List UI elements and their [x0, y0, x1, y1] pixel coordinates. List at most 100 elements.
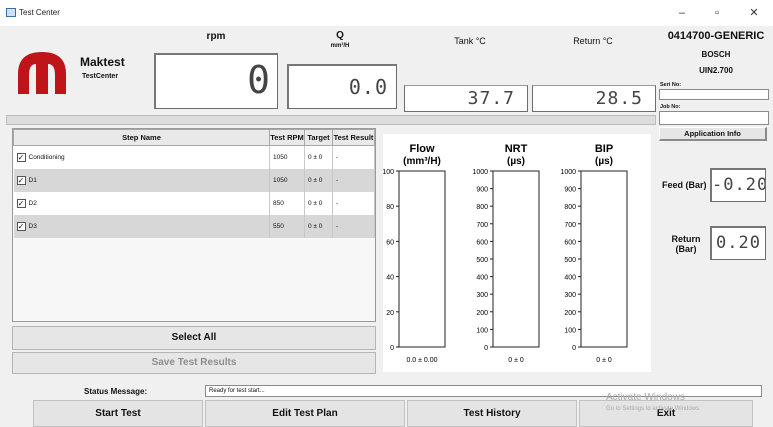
flow-tick-label: 100: [383, 169, 394, 176]
step-name: D1: [28, 176, 37, 184]
nrt-chart-title: NRT: [505, 143, 528, 155]
flow-tick-label: 60: [386, 239, 394, 246]
table-row[interactable]: ✓ D3 550 0 ± 0 -: [13, 214, 375, 238]
device-uin: UIN2.700: [699, 66, 733, 75]
job-no-field[interactable]: [659, 111, 769, 125]
q-display: 0.0: [287, 64, 397, 109]
save-test-results-button[interactable]: Save Test Results: [12, 352, 376, 374]
maximize-button[interactable]: ▫: [704, 4, 730, 22]
bip-tick-label: 200: [564, 310, 576, 317]
feed-pressure-label: Feed (Bar): [662, 180, 707, 190]
tank-temp-display: 37.7: [404, 85, 528, 112]
select-all-button[interactable]: Select All: [12, 326, 376, 350]
flow-tick-label: 40: [386, 275, 394, 282]
gauge-charts-panel: Flow (mm³/H) 0 20 40 60 80 100 0.0 ± 0.00 NRT (µs)…: [382, 134, 651, 372]
gauge-charts-svg: Flow(mm³/H)0204060801000.0 ± 0.00NRT(µs)…: [382, 143, 628, 364]
maktest-logo-icon: [14, 48, 70, 96]
step-name: D2: [28, 199, 37, 207]
return-temp-display: 28.5: [532, 85, 656, 112]
close-button[interactable]: ✕: [741, 4, 767, 22]
step-result: -: [332, 168, 375, 192]
flow-chart-unit: (mm³/H): [403, 156, 441, 167]
nrt-tick-label: 0: [484, 345, 488, 352]
bip-tick-label: 900: [564, 187, 576, 194]
bip-tick-label: 600: [564, 239, 576, 246]
minimize-button[interactable]: –: [669, 4, 695, 22]
step-rpm: 1050: [269, 145, 305, 169]
step-target: 0 ± 0: [304, 214, 333, 238]
nrt-tick-label: 600: [476, 239, 488, 246]
nrt-tick-label: 900: [476, 187, 488, 194]
step-name: Conditioning: [28, 153, 65, 161]
return-pressure-label-line2: (Bar): [675, 244, 697, 254]
bip-tick-label: 300: [564, 292, 576, 299]
bip-tick-label: 0: [572, 345, 576, 352]
job-no-label: Job No:: [660, 104, 681, 110]
window-title: Test Center: [19, 8, 60, 17]
bip-tick-label: 700: [564, 222, 576, 229]
step-result: -: [332, 214, 375, 238]
step-checkbox[interactable]: ✓: [16, 221, 26, 231]
nrt-plot-frame: [492, 170, 540, 348]
status-message-label: Status Message:: [84, 387, 148, 396]
q-label: Q: [336, 30, 344, 41]
bip-plot-frame: [580, 170, 628, 348]
step-checkbox[interactable]: ✓: [16, 198, 26, 208]
step-name-cell: ✓ D3: [13, 214, 270, 238]
step-rpm: 1050: [269, 168, 305, 192]
step-name-cell: ✓ Conditioning: [13, 145, 270, 169]
app-window-icon: [6, 8, 16, 17]
progress-bar: [6, 115, 656, 125]
col-step-name[interactable]: Step Name: [13, 129, 270, 146]
table-row[interactable]: ✓ Conditioning 1050 0 ± 0 -: [13, 145, 375, 169]
col-test-rpm[interactable]: Test RPM: [269, 129, 305, 146]
nrt-tick-label: 400: [476, 275, 488, 282]
step-rpm: 550: [269, 214, 305, 238]
step-checkbox[interactable]: ✓: [16, 152, 26, 162]
bip-tick-label: 100: [564, 327, 576, 334]
steps-table: Step Name Test RPM Target Test Result ✓ C…: [12, 128, 376, 322]
col-test-result[interactable]: Test Result: [332, 129, 375, 146]
table-row[interactable]: ✓ D1 1050 0 ± 0 -: [13, 168, 375, 192]
step-target: 0 ± 0: [304, 191, 333, 215]
return-pressure-display: 0.20: [710, 226, 766, 260]
return-pressure-label-line1: Return: [671, 234, 701, 244]
serial-no-field[interactable]: [659, 89, 769, 100]
flow-tick-label: 80: [386, 204, 394, 211]
serial-no-label: Seri No:: [660, 82, 682, 88]
nrt-readout: 0 ± 0: [508, 357, 524, 364]
tank-temp-label: Tank °C: [454, 36, 486, 46]
bip-tick-label: 1000: [560, 169, 576, 176]
table-row[interactable]: ✓ D2 850 0 ± 0 -: [13, 191, 375, 215]
edit-test-plan-button[interactable]: Edit Test Plan: [205, 400, 405, 427]
exit-button[interactable]: Exit: [579, 400, 753, 427]
device-maker: BOSCH: [701, 50, 731, 59]
nrt-tick-label: 700: [476, 222, 488, 229]
flow-plot-frame: [398, 170, 446, 348]
return-pressure-label: Return (Bar): [660, 234, 712, 254]
col-target[interactable]: Target: [304, 129, 333, 146]
brand-name: Maktest: [80, 55, 125, 69]
rpm-label: rpm: [206, 31, 226, 42]
nrt-tick-label: 300: [476, 292, 488, 299]
step-name-cell: ✓ D2: [13, 191, 270, 215]
step-target: 0 ± 0: [304, 168, 333, 192]
nrt-tick-label: 200: [476, 310, 488, 317]
flow-tick-label: 0: [390, 345, 394, 352]
bip-tick-label: 800: [564, 204, 576, 211]
bip-chart-unit: (µs): [595, 156, 613, 167]
start-test-button[interactable]: Start Test: [33, 400, 203, 427]
application-info-button[interactable]: Application Info: [659, 127, 767, 141]
nrt-tick-label: 800: [476, 204, 488, 211]
step-name-cell: ✓ D1: [13, 168, 270, 192]
q-unit: mm³/H: [330, 43, 350, 49]
test-history-button[interactable]: Test History: [407, 400, 577, 427]
activation-watermark-title: Activate Windows: [606, 392, 685, 403]
step-rpm: 850: [269, 191, 305, 215]
nrt-tick-label: 500: [476, 257, 488, 264]
step-checkbox[interactable]: ✓: [16, 175, 26, 185]
device-code: 0414700-GENERIC: [667, 30, 765, 42]
nrt-tick-label: 100: [476, 327, 488, 334]
flow-chart-title: Flow: [409, 143, 434, 155]
bip-tick-label: 400: [564, 275, 576, 282]
